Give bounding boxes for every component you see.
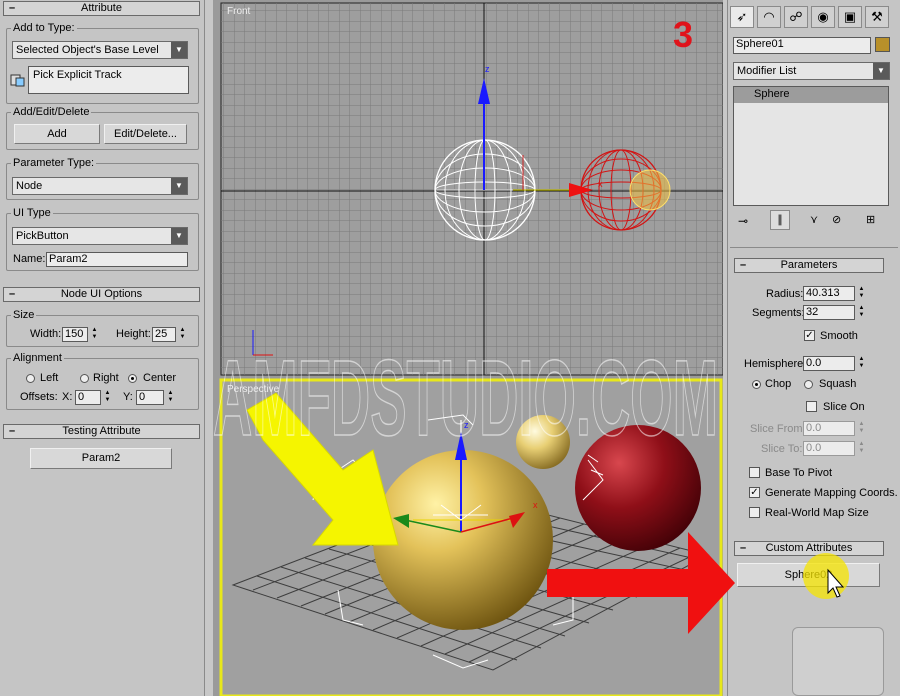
cursor-highlight (803, 553, 849, 599)
annotation-overlay (547, 532, 849, 634)
red-arrow-icon (547, 532, 735, 634)
